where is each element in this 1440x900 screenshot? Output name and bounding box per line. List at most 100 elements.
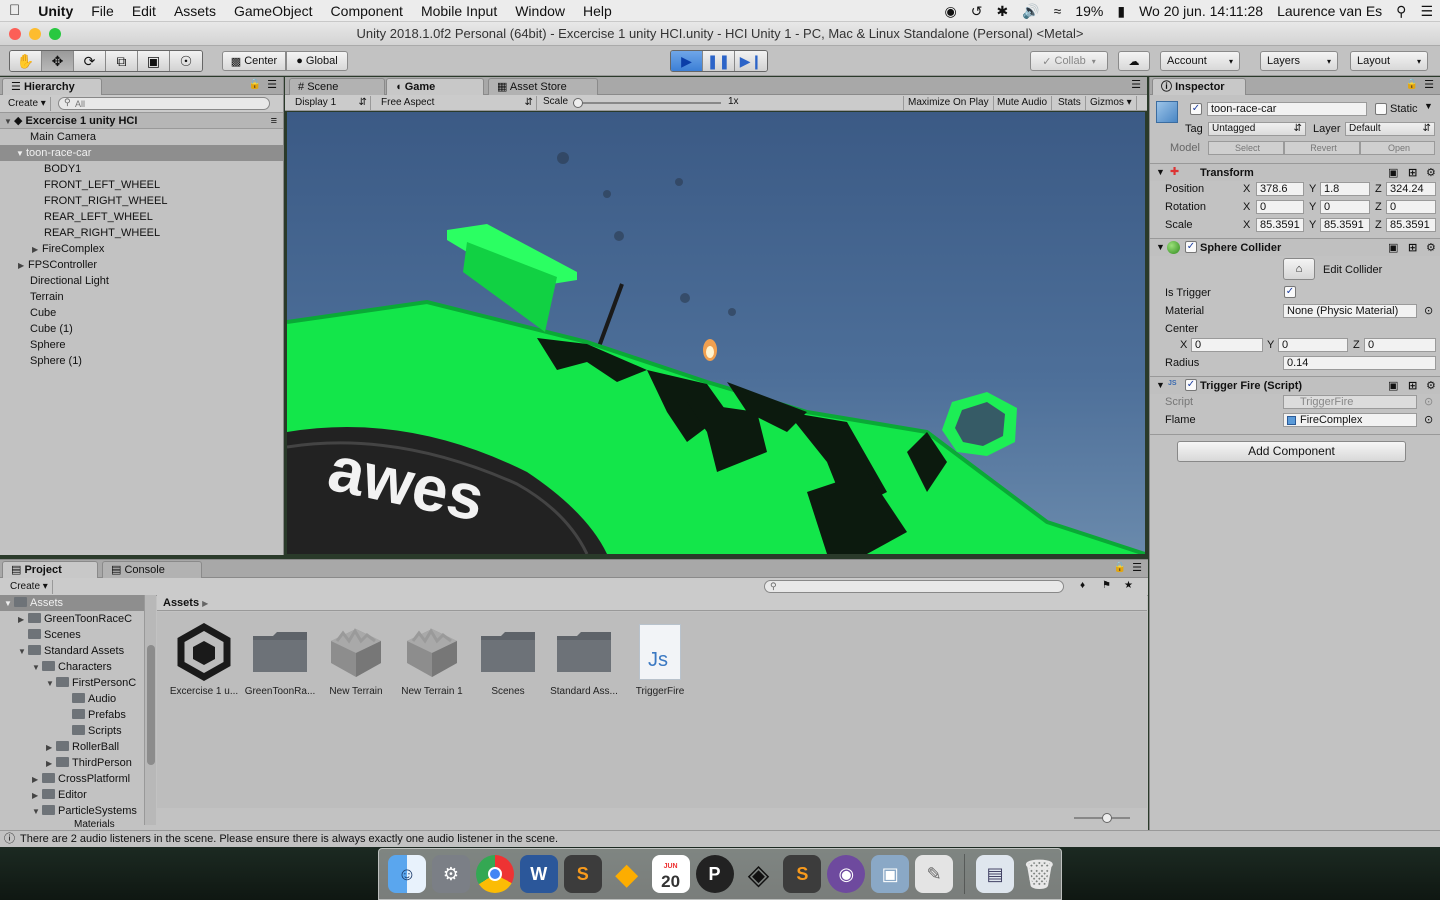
panel-menu-icon[interactable]: ☰	[267, 78, 277, 91]
collab-dropdown[interactable]: ✓ Collab ▾	[1030, 51, 1108, 71]
expand-arrow-icon[interactable]: ▼	[1156, 167, 1165, 177]
layout-dropdown[interactable]: Layout ▾	[1350, 51, 1428, 71]
menubar-user[interactable]: Laurence van Es	[1270, 3, 1389, 19]
unity-icon[interactable]: ◈	[740, 855, 778, 893]
tree-item[interactable]: ▼ FirstPersonC	[0, 675, 144, 691]
collapsed-arrow-icon[interactable]: ▶	[32, 242, 42, 257]
space-global-toggle[interactable]: ● Global	[286, 51, 348, 71]
object-picker-icon[interactable]: ⊙	[1424, 304, 1433, 317]
sphere-collider-header[interactable]: ▼ ✓ Sphere Collider ▣ ⊞ ⚙	[1150, 238, 1440, 256]
hierarchy-item[interactable]: Sphere (1)	[0, 353, 283, 369]
asset-item-folder[interactable]: Standard Ass...	[546, 622, 622, 697]
chrome-icon[interactable]	[475, 855, 514, 893]
hierarchy-create-dropdown[interactable]: Create ▾	[4, 97, 51, 111]
hierarchy-item[interactable]: REAR_LEFT_WHEEL	[0, 209, 283, 225]
hierarchy-item[interactable]: Cube (1)	[0, 321, 283, 337]
tab-scene[interactable]: # Scene	[289, 78, 385, 95]
tree-item[interactable]: ▶ GreenToonRaceC	[0, 611, 144, 627]
rotation-z-field[interactable]: 0	[1386, 200, 1436, 214]
expand-arrow-icon[interactable]: ▼	[16, 146, 26, 161]
account-dropdown[interactable]: Account ▾	[1160, 51, 1240, 71]
apple-icon[interactable]: 	[0, 2, 29, 19]
status-bar[interactable]: ⓘ There are 2 audio listeners in the sce…	[0, 830, 1440, 847]
hierarchy-search-input[interactable]	[58, 97, 270, 110]
expand-arrow-icon[interactable]: ▼	[4, 596, 14, 611]
collapsed-arrow-icon[interactable]: ▶	[32, 772, 42, 787]
rotation-x-field[interactable]: 0	[1256, 200, 1304, 214]
menu-window[interactable]: Window	[506, 3, 574, 19]
expand-arrow-icon[interactable]: ▼	[4, 114, 14, 128]
menu-mobile-input[interactable]: Mobile Input	[412, 3, 506, 19]
tree-item[interactable]: Scripts	[0, 723, 144, 739]
model-select-button[interactable]: Select	[1208, 141, 1284, 155]
icon-size-slider-thumb[interactable]	[1102, 813, 1112, 823]
p3-app-icon[interactable]: P	[695, 855, 734, 893]
tree-item-assets[interactable]: ▼ Assets	[0, 595, 144, 611]
notification-center-icon[interactable]: ☰	[1413, 3, 1440, 20]
finder-icon[interactable]: ☺	[388, 855, 426, 893]
hierarchy-item[interactable]: Main Camera	[0, 129, 283, 145]
collapsed-arrow-icon[interactable]: ▶	[46, 740, 56, 755]
rotation-y-field[interactable]: 0	[1320, 200, 1370, 214]
object-name-field[interactable]: toon-race-car	[1207, 102, 1367, 116]
layer-dropdown[interactable]: Default ⇵	[1345, 122, 1435, 136]
expand-arrow-icon[interactable]: ▼	[32, 660, 42, 675]
pivot-center-toggle[interactable]: ▩ Center	[222, 51, 286, 71]
collider-enabled-checkbox[interactable]: ✓	[1185, 241, 1197, 253]
hierarchy-item[interactable]: FRONT_RIGHT_WHEEL	[0, 193, 283, 209]
play-button[interactable]: ▶	[671, 51, 703, 71]
menu-edit[interactable]: Edit	[123, 3, 165, 19]
lock-icon[interactable]: 🔒	[249, 79, 261, 90]
collapsed-arrow-icon[interactable]: ▶	[46, 756, 56, 771]
downloads-stack-icon[interactable]: ▤	[976, 855, 1015, 893]
project-search-input[interactable]: ⚲	[764, 580, 1064, 593]
preset-icon[interactable]: ⊞	[1408, 241, 1417, 254]
tree-item[interactable]: Prefabs	[0, 707, 144, 723]
filter-by-type-icon[interactable]: ♦	[1080, 580, 1085, 591]
position-x-field[interactable]: 378.6	[1256, 182, 1304, 196]
tree-item[interactable]: ▶ CrossPlatforml	[0, 771, 144, 787]
transform-header[interactable]: ▼ ✚ Transform ▣ ⊞ ⚙	[1150, 163, 1440, 181]
edit-collider-button[interactable]: ⌂	[1283, 258, 1315, 280]
gear-icon[interactable]: ⚙	[1426, 166, 1436, 179]
favorite-star-icon[interactable]: ★	[1124, 580, 1133, 591]
help-book-icon[interactable]: ▣	[1388, 166, 1398, 179]
word-icon[interactable]: W	[519, 855, 558, 893]
sublime-text-icon[interactable]: S	[563, 855, 602, 893]
close-window-button[interactable]	[9, 28, 21, 40]
step-button[interactable]: ▶❙	[735, 51, 767, 71]
tree-item[interactable]: ▼ ParticleSystems	[0, 803, 144, 819]
filter-by-label-icon[interactable]: ⚑	[1102, 580, 1111, 591]
maximize-on-play-toggle[interactable]: Maximize On Play	[903, 96, 994, 110]
sublime-text-icon[interactable]: S	[783, 855, 822, 893]
gear-icon[interactable]: ⚙	[1426, 379, 1436, 392]
tab-asset-store[interactable]: ▦ Asset Store	[488, 78, 598, 95]
menubar-clock[interactable]: Wo 20 jun. 14:11:28	[1132, 3, 1270, 19]
add-component-button[interactable]: Add Component	[1177, 441, 1406, 462]
system-preferences-icon[interactable]: ⚙	[431, 855, 470, 893]
hierarchy-scene-row[interactable]: ▼ ◆ Excercise 1 unity HCI ≡	[0, 113, 283, 129]
center-y-field[interactable]: 0	[1278, 338, 1348, 352]
trigger-fire-header[interactable]: ▼ JS ✓ Trigger Fire (Script) ▣ ⊞ ⚙	[1150, 376, 1440, 394]
hierarchy-item[interactable]: BODY1	[0, 161, 283, 177]
battery-icon[interactable]: ▮	[1110, 3, 1132, 20]
breadcrumb-assets[interactable]: Assets	[163, 597, 199, 609]
github-desktop-icon[interactable]: ◉	[827, 855, 866, 893]
expand-arrow-icon[interactable]: ▼	[1156, 242, 1165, 252]
expand-arrow-icon[interactable]: ▼	[18, 644, 28, 659]
tree-item[interactable]: Scenes	[0, 627, 144, 643]
game-view[interactable]: awes	[287, 112, 1145, 554]
sketch-icon[interactable]: ◆	[608, 855, 646, 893]
position-y-field[interactable]: 1.8	[1320, 182, 1370, 196]
project-create-dropdown[interactable]: Create ▾	[6, 580, 53, 594]
static-checkbox[interactable]	[1375, 103, 1387, 115]
center-z-field[interactable]: 0	[1364, 338, 1436, 352]
tag-dropdown[interactable]: Untagged ⇵	[1208, 122, 1306, 136]
object-picker-icon[interactable]: ⊙	[1424, 413, 1433, 426]
rotate-tool-icon[interactable]: ⟳	[74, 51, 106, 71]
cloud-button[interactable]: ☁	[1118, 51, 1150, 71]
pause-button[interactable]: ❚❚	[703, 51, 735, 71]
help-book-icon[interactable]: ▣	[1388, 379, 1398, 392]
hierarchy-item[interactable]: REAR_RIGHT_WHEEL	[0, 225, 283, 241]
panel-menu-icon[interactable]: ☰	[1131, 78, 1141, 91]
